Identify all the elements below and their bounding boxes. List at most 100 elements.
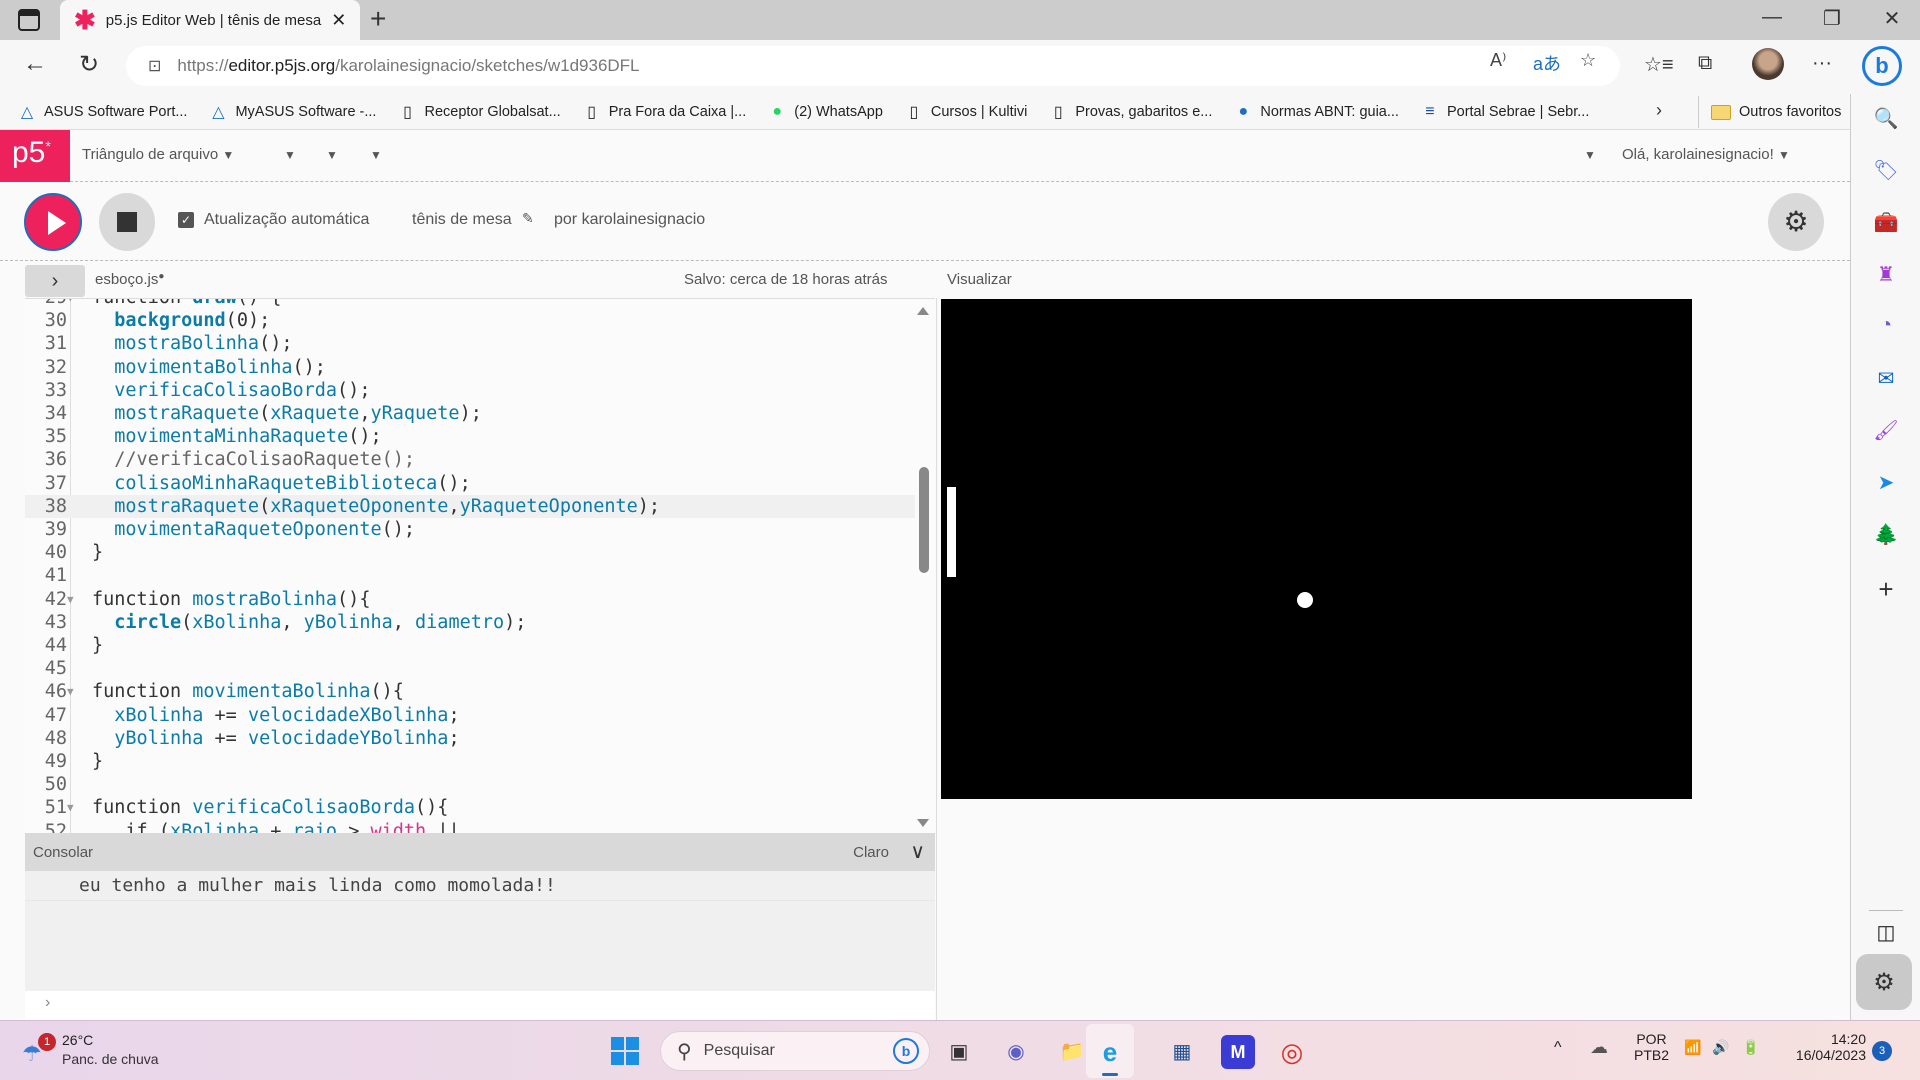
code-line[interactable]: 41 [25, 564, 915, 587]
menu-help[interactable]: ▼ [370, 146, 382, 163]
code-line[interactable]: 30 background(0); [25, 309, 915, 332]
pane-divider[interactable] [936, 298, 937, 1020]
sketch-owner[interactable]: por karolainesignacio [554, 211, 705, 229]
play-button[interactable] [24, 193, 82, 251]
app-m-icon[interactable]: M [1221, 1035, 1255, 1069]
code-line[interactable]: 42 ▼ function mostraBolinha(){ [25, 588, 915, 611]
language-indicator[interactable]: POR PTB2 [1634, 1031, 1669, 1063]
fold-arrow-icon[interactable]: ▼ [67, 299, 74, 309]
stop-button[interactable] [99, 193, 155, 251]
code-line[interactable]: 34 mostraRaquete(xRaquete,yRaquete); [25, 402, 915, 425]
code-line[interactable]: 32 movimentaBolinha(); [25, 356, 915, 379]
menu-sketch[interactable]: ▼ [326, 146, 338, 163]
code-line[interactable]: 35 movimentaMinhaRaquete(); [25, 425, 915, 448]
pencil-icon[interactable]: ✎ [522, 210, 534, 227]
menu-language[interactable]: ▼ [1584, 146, 1596, 163]
bookmark-item[interactable]: ● Normas ABNT: guia... [1234, 103, 1399, 121]
bookmark-item[interactable]: ▯ Provas, gabaritos e... [1049, 102, 1212, 122]
editor-scrollbar-thumb[interactable] [919, 467, 929, 573]
add-icon[interactable]: + [1851, 574, 1920, 605]
tree-icon[interactable]: 🌲 [1851, 522, 1920, 547]
bookmark-item[interactable]: ▯ Cursos | Kultivi [905, 102, 1027, 122]
wifi-icon[interactable]: 📶 [1684, 1039, 1701, 1056]
favorites-icon[interactable]: ☆≡ [1644, 52, 1674, 77]
tab-close-icon[interactable]: ✕ [331, 10, 346, 31]
fold-arrow-icon[interactable]: ▼ [67, 588, 74, 611]
microsoft-store-icon[interactable]: ▦ [1165, 1035, 1199, 1069]
split-screen-icon[interactable]: ◫ [1851, 920, 1920, 945]
tools-icon[interactable]: 🧰 [1851, 210, 1920, 235]
file-sidebar-toggle-button[interactable]: › [25, 265, 85, 297]
bookmark-item[interactable]: △ MyASUS Software -... [209, 102, 376, 122]
sketch-name[interactable]: tênis de mesa [412, 211, 512, 229]
fold-arrow-icon[interactable]: ▼ [67, 680, 74, 703]
other-favorites-folder[interactable]: Outros favoritos [1698, 96, 1841, 128]
profile-avatar[interactable] [1752, 48, 1784, 80]
code-line[interactable]: 46 ▼ function movimentaBolinha(){ [25, 680, 915, 703]
auto-refresh-checkbox[interactable]: ✓ [178, 212, 194, 228]
console-clear-button[interactable]: Claro [853, 844, 889, 861]
start-button[interactable] [611, 1037, 639, 1065]
code-line[interactable]: 43 circle(xBolinha, yBolinha, diametro); [25, 611, 915, 634]
menu-file[interactable]: Triângulo de arquivo ▼ [82, 146, 234, 163]
code-line[interactable]: 51 ▼ function verificaColisaoBorda(){ [25, 796, 915, 819]
microsoft365-icon[interactable]: ◔ [1851, 314, 1920, 337]
code-line[interactable]: 47 xBolinha += velocidadeXBolinha; [25, 704, 915, 727]
code-line[interactable]: 50 [25, 773, 915, 796]
clock[interactable]: 14:20 16/04/2023 [1788, 1031, 1866, 1063]
image-creator-icon[interactable]: 🖌 [1851, 418, 1920, 443]
notification-badge[interactable]: 3 [1872, 1041, 1892, 1061]
menu-edit[interactable]: ▼ [284, 146, 296, 163]
code-line[interactable]: 52 if (xBolinha + raio > width || [25, 820, 915, 833]
shopping-tag-icon[interactable]: 🏷 [1851, 158, 1920, 183]
onedrive-icon[interactable]: ☁ [1590, 1037, 1608, 1058]
collections-icon[interactable]: ⧉ [1698, 52, 1712, 75]
bookmark-item[interactable]: ● (2) WhatsApp [768, 103, 883, 121]
p5-logo[interactable]: p5* [0, 130, 70, 182]
bookmark-item[interactable]: ▯ Pra Fora da Caixa |... [583, 102, 746, 122]
add-favorite-icon[interactable]: ☆ [1580, 50, 1596, 71]
more-menu-icon[interactable]: ··· [1812, 52, 1832, 75]
code-line[interactable]: 40} [25, 541, 915, 564]
scroll-up-arrow-icon[interactable] [917, 307, 929, 315]
bookmark-item[interactable]: △ ASUS Software Port... [18, 102, 188, 122]
volume-icon[interactable]: 🔊 [1712, 1039, 1729, 1056]
code-line[interactable]: 49} [25, 750, 915, 773]
settings-button[interactable]: ⚙ [1768, 193, 1824, 251]
tray-overflow-icon[interactable]: ^ [1554, 1039, 1562, 1057]
window-close-button[interactable]: ✕ [1872, 6, 1912, 31]
tab-actions-icon[interactable] [18, 9, 40, 31]
refresh-button[interactable]: ↻ [72, 50, 106, 79]
taskbar-search[interactable]: ⚲ Pesquisar b [660, 1031, 930, 1071]
outlook-icon[interactable]: ✉ [1851, 366, 1920, 391]
sketch-canvas[interactable] [941, 299, 1692, 799]
translate-icon[interactable]: aあ [1533, 50, 1561, 76]
code-line[interactable]: 36 //verificaColisaoRaquete(); [25, 448, 915, 471]
code-line[interactable]: 45 [25, 657, 915, 680]
drop-icon[interactable]: ➤ [1851, 470, 1920, 495]
code-line[interactable]: 48 yBolinha += velocidadeYBolinha; [25, 727, 915, 750]
code-line[interactable]: 44} [25, 634, 915, 657]
games-icon[interactable]: ♜ [1851, 262, 1920, 287]
code-line[interactable]: 29▼ function draw() { [25, 299, 915, 309]
code-line[interactable]: 31 mostraBolinha(); [25, 332, 915, 355]
task-view-icon[interactable]: ▣ [942, 1035, 976, 1069]
fold-arrow-icon[interactable]: ▼ [67, 796, 74, 819]
chrome-icon[interactable]: ◎ [1275, 1035, 1309, 1069]
bookmarks-overflow-chevron-icon[interactable]: › [1656, 100, 1662, 121]
bookmark-item[interactable]: ≡ Portal Sebrae | Sebr... [1421, 103, 1589, 121]
bookmark-item[interactable]: ▯ Receptor Globalsat... [398, 102, 561, 122]
user-menu[interactable]: Olá, karolainesignacio! ▼ [1622, 146, 1790, 163]
restore-button[interactable]: ❐ [1812, 6, 1852, 31]
browser-tab-active[interactable]: ✱ p5.js Editor Web | tênis de mesa ✕ [60, 0, 360, 40]
code-line[interactable]: 39 movimentaRaqueteOponente(); [25, 518, 915, 541]
edge-icon[interactable]: e [1093, 1035, 1127, 1069]
file-explorer-icon[interactable]: 📁 [1055, 1035, 1089, 1069]
minimize-button[interactable]: — [1752, 6, 1792, 29]
back-button[interactable]: ← [18, 50, 52, 78]
battery-icon[interactable]: 🔋 [1742, 1039, 1759, 1056]
code-editor[interactable]: 29▼function draw() {30 background(0);31 … [25, 298, 935, 833]
sidebar-settings-button[interactable]: ⚙ [1856, 954, 1912, 1010]
new-tab-button[interactable]: + [370, 4, 386, 34]
file-tab[interactable]: esboço.js● [95, 271, 164, 288]
